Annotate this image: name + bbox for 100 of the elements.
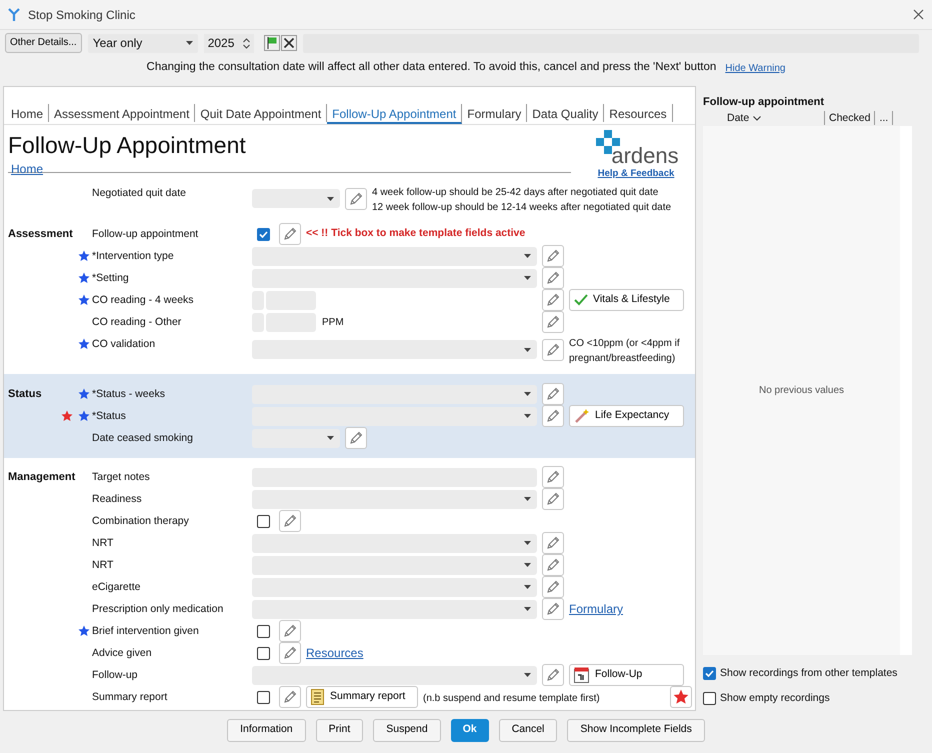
dropdown-field[interactable]	[252, 406, 537, 426]
tab[interactable]: Home	[6, 104, 50, 122]
checkbox[interactable]	[256, 646, 270, 660]
checkbox[interactable]	[256, 690, 270, 704]
pencil-icon	[546, 580, 560, 594]
edit-button[interactable]	[542, 554, 564, 576]
edit-button[interactable]	[542, 466, 564, 488]
caret-icon	[524, 497, 531, 501]
dropdown-field[interactable]	[252, 578, 537, 596]
unit-label: PPM	[322, 316, 344, 330]
date-field[interactable]	[252, 428, 340, 448]
column-header[interactable]: Checked	[825, 111, 876, 126]
date-field[interactable]	[252, 189, 340, 208]
edit-button[interactable]	[542, 338, 564, 360]
edit-button[interactable]	[542, 488, 564, 510]
pencil-icon	[283, 514, 297, 528]
hint-text: (n.b suspend and resume template first)	[423, 692, 600, 706]
action-button[interactable]: Vitals & Lifestyle	[569, 289, 684, 311]
edit-button[interactable]	[542, 245, 564, 267]
edit-button[interactable]	[345, 188, 367, 210]
tab[interactable]: Resources	[604, 104, 673, 122]
edit-button[interactable]	[279, 642, 301, 664]
tab[interactable]: Formulary	[462, 104, 528, 122]
checkbox[interactable]	[703, 692, 716, 705]
edit-button[interactable]	[542, 664, 564, 686]
hint-text: CO <10ppm (or <4ppm if pregnant/breastfeeding)	[569, 337, 680, 366]
edit-button[interactable]	[279, 686, 301, 708]
field-label: *Intervention type	[92, 250, 174, 262]
dropdown-field[interactable]	[252, 340, 537, 359]
field-label: Advice given	[92, 647, 152, 659]
dropdown-field[interactable]	[252, 246, 537, 266]
column-header[interactable]: ...	[875, 111, 894, 126]
logo-text: ardens	[611, 145, 679, 167]
caret-icon	[524, 607, 531, 611]
help-link[interactable]: Help & Feedback	[598, 167, 674, 182]
close-icon[interactable]	[913, 9, 924, 20]
field-label: Prescription only medication	[92, 603, 224, 615]
details-button[interactable]: Other Details...	[5, 33, 82, 53]
footer-button[interactable]: Ok	[450, 718, 489, 742]
edit-button[interactable]	[345, 427, 367, 449]
field-label: CO validation	[92, 338, 156, 350]
checkbox[interactable]	[256, 514, 270, 528]
caret-icon	[524, 541, 531, 545]
flag-icon[interactable]	[264, 35, 280, 51]
edit-button[interactable]	[542, 532, 564, 554]
dropdown-field[interactable]	[252, 534, 537, 552]
footer-button[interactable]: Show Incomplete Fields	[567, 718, 705, 742]
edit-button[interactable]	[542, 311, 564, 333]
link[interactable]: Resources	[306, 644, 364, 662]
link[interactable]: Formulary	[569, 600, 624, 618]
edit-button[interactable]	[279, 223, 301, 245]
hide-warning-link[interactable]: Hide Warning	[725, 60, 786, 76]
dropdown-field[interactable]	[252, 556, 537, 574]
edit-button[interactable]	[542, 598, 564, 620]
field-label: Combination therapy	[92, 515, 189, 527]
dropdown-field[interactable]	[252, 666, 537, 684]
field-label: *Setting	[92, 272, 129, 284]
action-button[interactable]: Life Expectancy	[569, 405, 684, 427]
field-label: *Status - weeks	[92, 388, 165, 400]
field-label: Follow-up	[92, 669, 138, 681]
tab[interactable]: Follow-Up Appointment	[327, 104, 462, 124]
footer-button[interactable]: Cancel	[498, 718, 558, 742]
tab[interactable]: Quit Date Appointment	[195, 104, 328, 122]
tab[interactable]: Assessment Appointment	[49, 104, 196, 122]
pencil-icon	[283, 227, 297, 241]
close-icon[interactable]	[280, 35, 297, 51]
pencil-icon	[546, 271, 560, 285]
pencil-icon	[349, 192, 363, 206]
pencil-icon	[546, 409, 560, 423]
edit-button[interactable]	[279, 620, 301, 642]
pencil-icon	[349, 431, 363, 445]
year-spinner[interactable]: 2025	[204, 34, 254, 52]
edit-button[interactable]	[279, 510, 301, 532]
footer-button[interactable]: Print	[316, 718, 364, 742]
action-button[interactable]: Summary report	[306, 686, 418, 708]
edit-button[interactable]	[542, 405, 564, 427]
dropdown-field[interactable]	[252, 384, 537, 404]
column-header[interactable]: Date	[703, 111, 825, 126]
dropdown-field[interactable]	[252, 600, 537, 618]
field-label: eCigarette	[92, 581, 140, 593]
edit-button[interactable]	[542, 289, 564, 311]
footer-button[interactable]: Information	[227, 718, 306, 742]
date-mode-dropdown[interactable]: Year only	[88, 34, 198, 52]
home-link[interactable]: Home	[11, 160, 44, 178]
dropdown-field[interactable]	[252, 490, 537, 508]
edit-button[interactable]	[542, 267, 564, 289]
checkbox[interactable]	[703, 667, 716, 680]
option-label: Show empty recordings	[720, 690, 830, 706]
checkbox[interactable]	[256, 624, 270, 638]
empty-message: No previous values	[758, 384, 844, 398]
pencil-icon	[546, 249, 560, 263]
tab[interactable]: Data Quality	[527, 104, 604, 122]
footer-button[interactable]: Suspend	[373, 718, 441, 742]
star-button[interactable]	[670, 686, 692, 708]
edit-button[interactable]	[542, 383, 564, 405]
edit-button[interactable]	[542, 576, 564, 598]
action-button[interactable]: Follow-Up	[569, 664, 684, 686]
caret-icon	[186, 41, 193, 45]
dropdown-field[interactable]	[252, 268, 537, 288]
checkbox[interactable]	[256, 228, 270, 240]
